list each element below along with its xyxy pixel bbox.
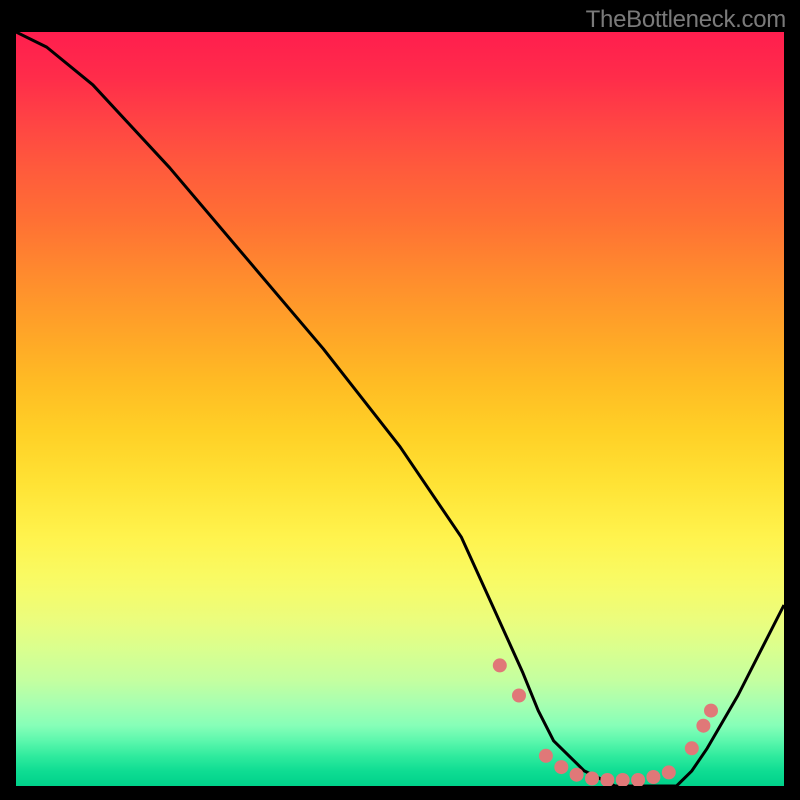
bottleneck-curve bbox=[16, 32, 784, 786]
curve-marker bbox=[631, 773, 645, 786]
curve-marker bbox=[600, 773, 614, 786]
curve-marker bbox=[585, 772, 599, 786]
curve-overlay bbox=[16, 32, 784, 786]
curve-marker bbox=[493, 658, 507, 672]
attribution-text: TheBottleneck.com bbox=[586, 6, 786, 34]
curve-marker bbox=[662, 765, 676, 779]
curve-marker bbox=[685, 741, 699, 755]
curve-marker bbox=[696, 719, 710, 733]
curve-markers bbox=[493, 658, 718, 786]
curve-marker bbox=[512, 689, 526, 703]
curve-marker bbox=[616, 773, 630, 786]
chart-area bbox=[16, 32, 784, 786]
curve-marker bbox=[704, 704, 718, 718]
curve-marker bbox=[539, 749, 553, 763]
curve-marker bbox=[570, 768, 584, 782]
curve-marker bbox=[554, 760, 568, 774]
curve-marker bbox=[646, 770, 660, 784]
